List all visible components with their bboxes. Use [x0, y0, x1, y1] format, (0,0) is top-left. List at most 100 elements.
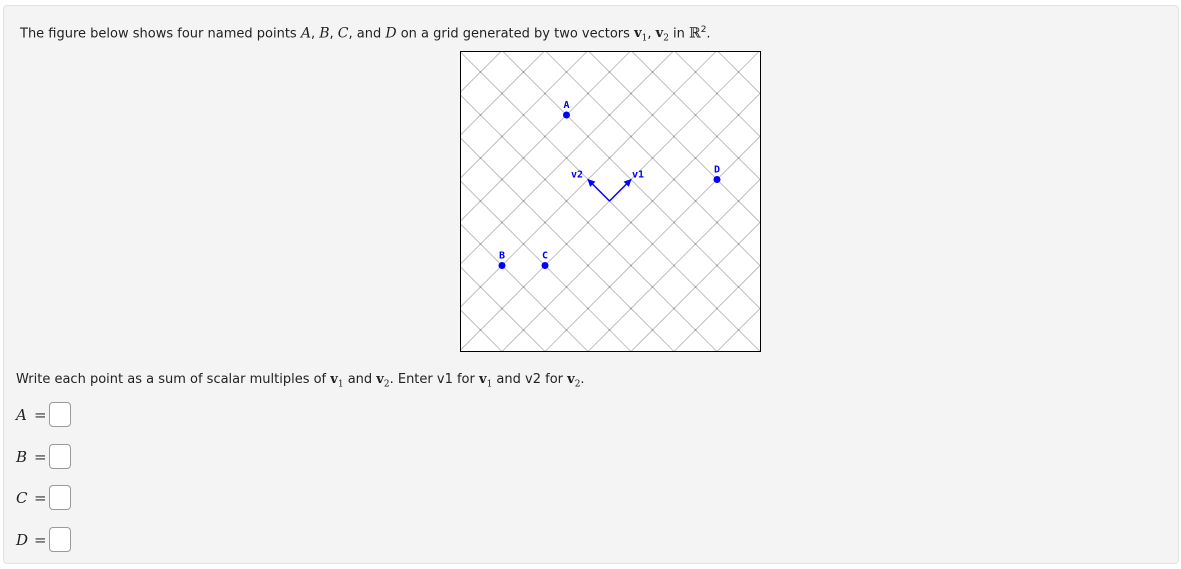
math-v2: v2	[567, 372, 580, 390]
prompt-text-part: and	[343, 372, 377, 387]
grid-intersection	[587, 307, 589, 310]
vector-v1-label: v1	[632, 170, 644, 181]
answer-label: D	[16, 530, 29, 549]
v1-symbol: v	[634, 26, 642, 42]
point-d-label: D	[714, 165, 720, 176]
grid-intersection	[544, 92, 546, 95]
math-point-c: C	[337, 25, 349, 42]
grid-intersection	[651, 200, 654, 202]
grid-intersection	[479, 71, 482, 73]
grid-intersection	[565, 157, 568, 159]
grid-intersection	[479, 286, 482, 288]
grid-intersection	[694, 329, 697, 331]
grid-intersection	[565, 71, 568, 73]
v2-symbol: v	[376, 372, 384, 387]
grid-intersection	[501, 307, 503, 310]
grid-intersection	[716, 307, 718, 310]
instructions-text: Write each point as a sum of scalar mult…	[16, 372, 585, 390]
math-point-a: A	[300, 25, 311, 42]
grid-intersection	[716, 92, 718, 95]
intro-text-part: in	[668, 26, 690, 42]
grid-intersection	[651, 114, 654, 116]
grid-intersection	[479, 243, 482, 245]
grid-intersection	[587, 264, 589, 267]
grid-intersection	[716, 221, 718, 224]
grid-intersection	[737, 329, 740, 331]
math-point-d: D	[385, 25, 397, 42]
grid-intersection	[630, 264, 632, 267]
grid-intersection	[501, 178, 503, 181]
sep: ,	[310, 26, 320, 42]
prompt-text-part: . Enter v1 for	[389, 372, 479, 387]
grid-intersection	[673, 135, 675, 138]
grid-intersection	[673, 221, 675, 224]
prompt-text-part: and v2 for	[492, 372, 568, 387]
grid-intersection	[501, 92, 503, 95]
grid-intersection	[522, 114, 525, 116]
grid-intersection	[630, 221, 632, 224]
answer-label: A	[16, 405, 27, 424]
grid-intersection	[737, 200, 740, 202]
answer-row-a: A =	[16, 401, 71, 428]
period: .	[580, 372, 585, 387]
grid-intersection	[673, 307, 675, 310]
grid-intersection	[608, 286, 611, 288]
grid-intersection	[544, 178, 546, 181]
grid-intersection	[501, 135, 503, 138]
prompt-text-part: Write each point as a sum of scalar mult…	[16, 372, 331, 387]
v1-symbol: v	[479, 372, 487, 387]
intro-text-part: The figure below shows four named points	[20, 26, 301, 42]
grid-intersection	[651, 71, 654, 73]
grid-intersection	[651, 329, 654, 331]
sep: ,	[647, 26, 656, 42]
answer-input-c[interactable]	[48, 485, 71, 510]
grid-intersection	[694, 157, 697, 159]
grid-intersection	[522, 329, 525, 331]
grid-intersection	[479, 200, 482, 202]
vector-v2-label: v2	[571, 170, 583, 181]
answer-row-c: C =	[16, 484, 71, 511]
grid-intersection	[608, 114, 611, 116]
equals-sign: =	[34, 488, 47, 507]
grid-intersection	[716, 135, 718, 138]
grid-intersection	[651, 157, 654, 159]
answer-input-b[interactable]	[48, 444, 71, 469]
answer-label: B	[16, 447, 28, 466]
grid-intersection	[565, 200, 568, 202]
point-c-label: C	[542, 251, 548, 262]
grid-intersection	[608, 71, 611, 73]
sep: , and	[348, 26, 386, 42]
sep: ,	[329, 26, 338, 42]
grid-intersection	[479, 157, 482, 159]
math-v2: v2	[656, 26, 669, 44]
grid-intersection	[694, 200, 697, 202]
grid-intersection	[501, 221, 503, 224]
grid-intersection	[522, 286, 525, 288]
period: .	[706, 26, 711, 42]
grid-intersection	[522, 71, 525, 73]
point-a-label: A	[563, 100, 569, 111]
grid-intersection	[716, 264, 718, 267]
math-v2: v2	[376, 372, 389, 390]
grid-intersection	[694, 243, 697, 245]
grid-figure: v1 v2 A B C D	[460, 51, 761, 352]
answer-input-a[interactable]	[48, 402, 71, 427]
answer-row-d: D =	[16, 526, 71, 553]
grid-intersection	[565, 286, 568, 288]
math-point-b: B	[319, 25, 330, 42]
grid-intersection	[694, 71, 697, 73]
grid-intersection	[587, 221, 589, 224]
grid-intersection	[608, 157, 611, 159]
point-b-label: B	[499, 251, 505, 262]
intro-text: The figure below shows four named points…	[20, 25, 711, 44]
math-v1: v1	[330, 372, 343, 390]
grid-intersection	[737, 157, 740, 159]
answer-label: C	[16, 488, 28, 507]
grid-intersection	[630, 92, 632, 95]
answer-input-d[interactable]	[48, 527, 71, 552]
grid-intersection	[651, 243, 654, 245]
grid-intersection	[737, 243, 740, 245]
grid-intersection	[565, 243, 568, 245]
grid-intersection	[694, 286, 697, 288]
v2-symbol: v	[567, 372, 575, 387]
